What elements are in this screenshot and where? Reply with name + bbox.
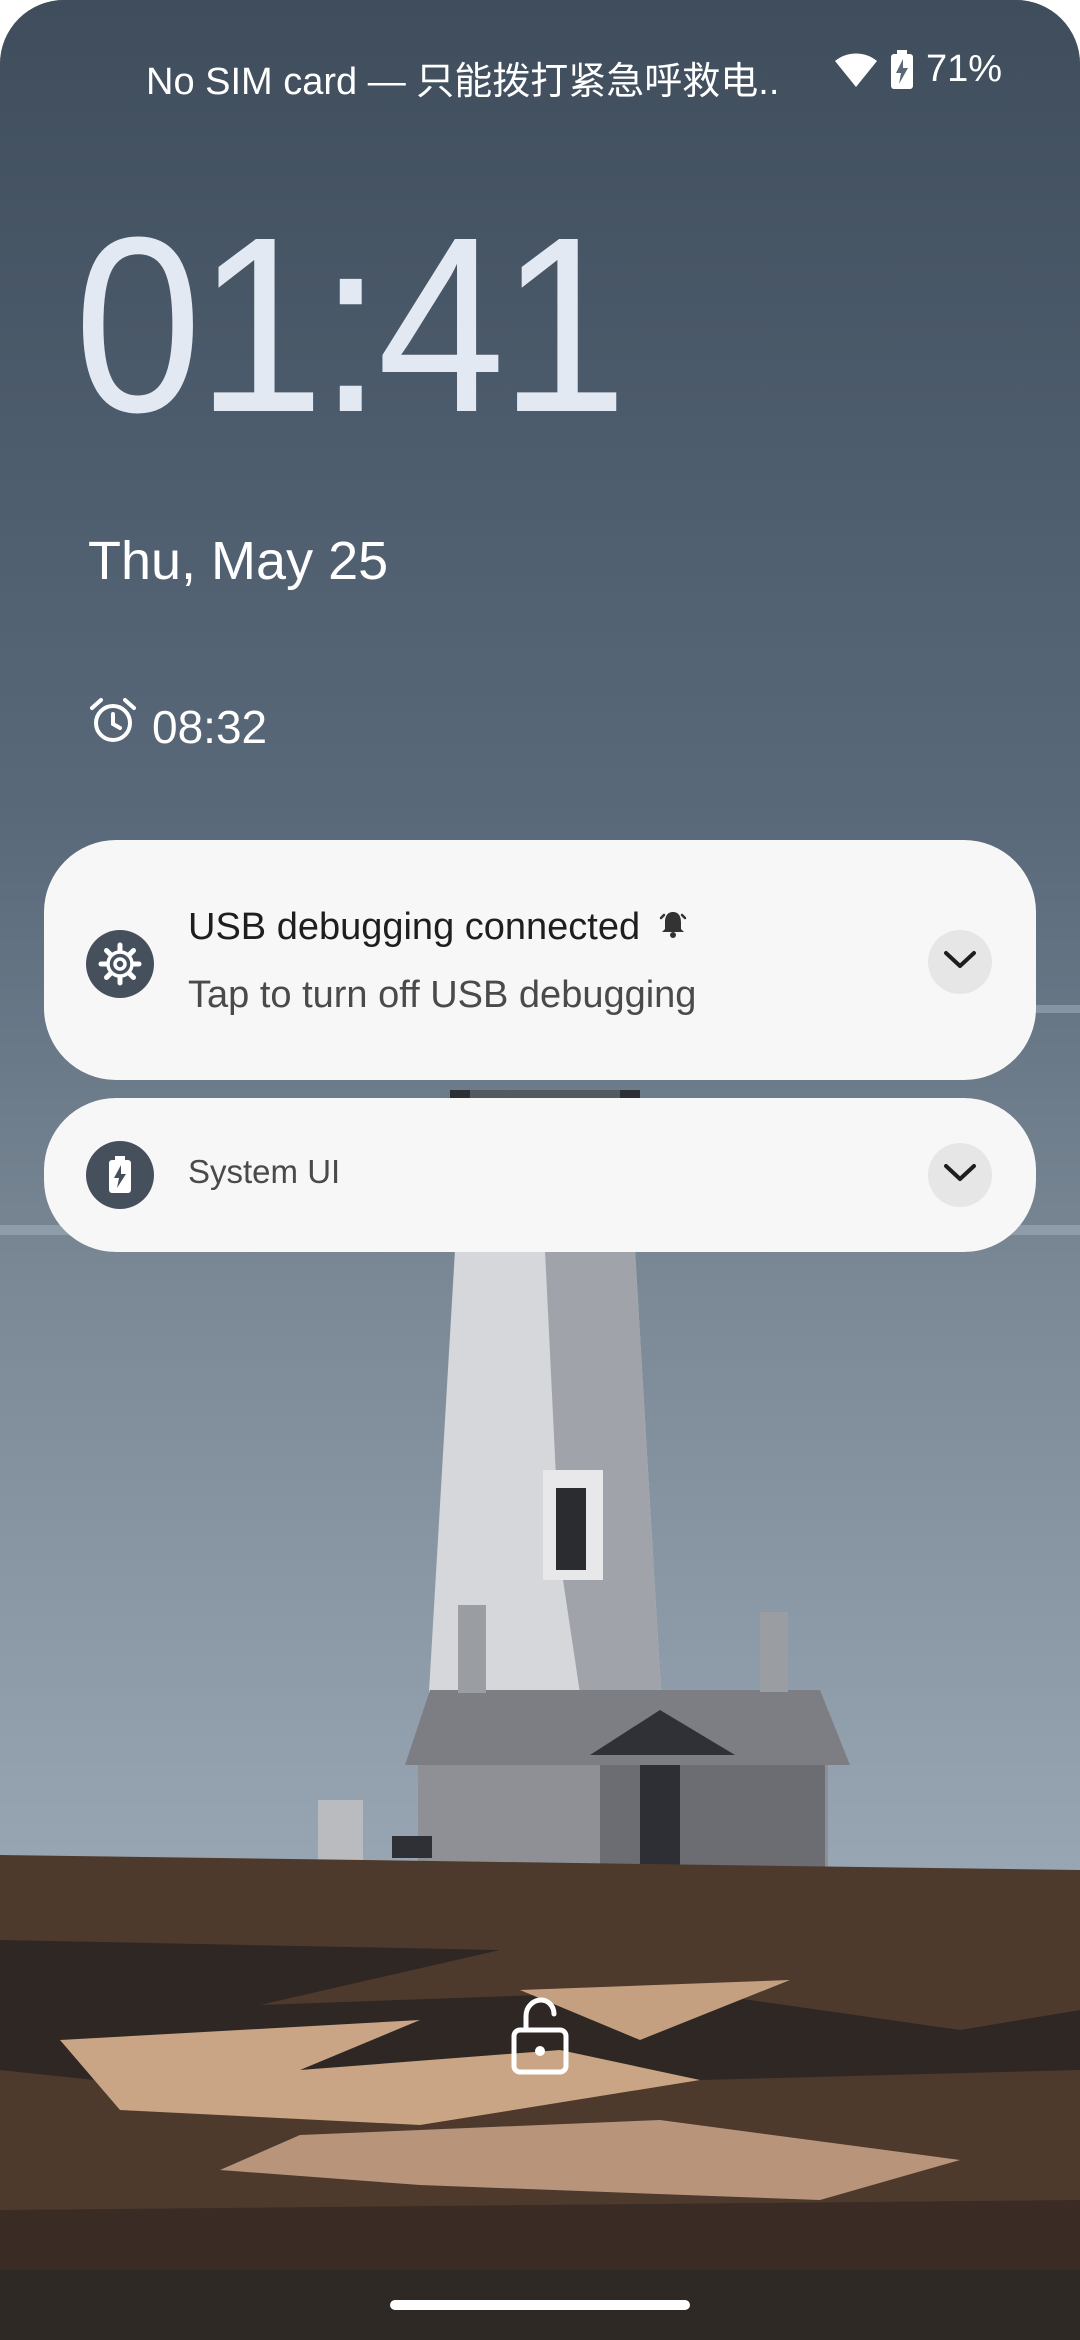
home-gesture-bar[interactable] xyxy=(390,2300,690,2310)
battery-charging-icon xyxy=(890,49,914,90)
expand-notification-button[interactable] xyxy=(928,1143,992,1207)
bell-icon xyxy=(658,906,688,949)
settings-gear-icon xyxy=(86,930,154,998)
chevron-down-icon xyxy=(943,949,977,976)
battery-percent: 71% xyxy=(925,48,1002,90)
notification-title: USB debugging connected xyxy=(188,906,641,948)
next-alarm[interactable]: 08:32 xyxy=(88,696,267,757)
alarm-time: 08:32 xyxy=(152,700,268,753)
carrier-status-text: No SIM card — 只能拨打紧急呼救电.. xyxy=(146,61,780,103)
lockscreen-date[interactable]: Thu, May 25 xyxy=(88,530,388,592)
lock-screen: No SIM card — 只能拨打紧急呼救电.. 71% 01:41 Thu,… xyxy=(0,0,1080,2340)
notification-title-row: USB debugging connected xyxy=(188,906,688,949)
usb-debugging-notification[interactable]: USB debugging connected Tap to turn off … xyxy=(44,840,1036,1080)
chevron-down-icon xyxy=(943,1162,977,1189)
notification-text: Tap to turn off USB debugging xyxy=(188,974,697,1016)
notification-app-name: System UI xyxy=(188,1153,341,1190)
lockscreen-clock: 01:41 xyxy=(74,185,627,464)
unlocked-padlock-icon[interactable] xyxy=(508,1996,572,2076)
system-ui-notification[interactable]: System UI xyxy=(44,1098,1036,1252)
status-icons: 71% xyxy=(834,48,1002,91)
status-bar: No SIM card — 只能拨打紧急呼救电.. 71% xyxy=(0,40,1080,104)
battery-charging-icon xyxy=(86,1141,154,1209)
alarm-clock-icon xyxy=(88,696,138,757)
expand-notification-button[interactable] xyxy=(928,930,992,994)
wifi-icon xyxy=(834,51,878,89)
